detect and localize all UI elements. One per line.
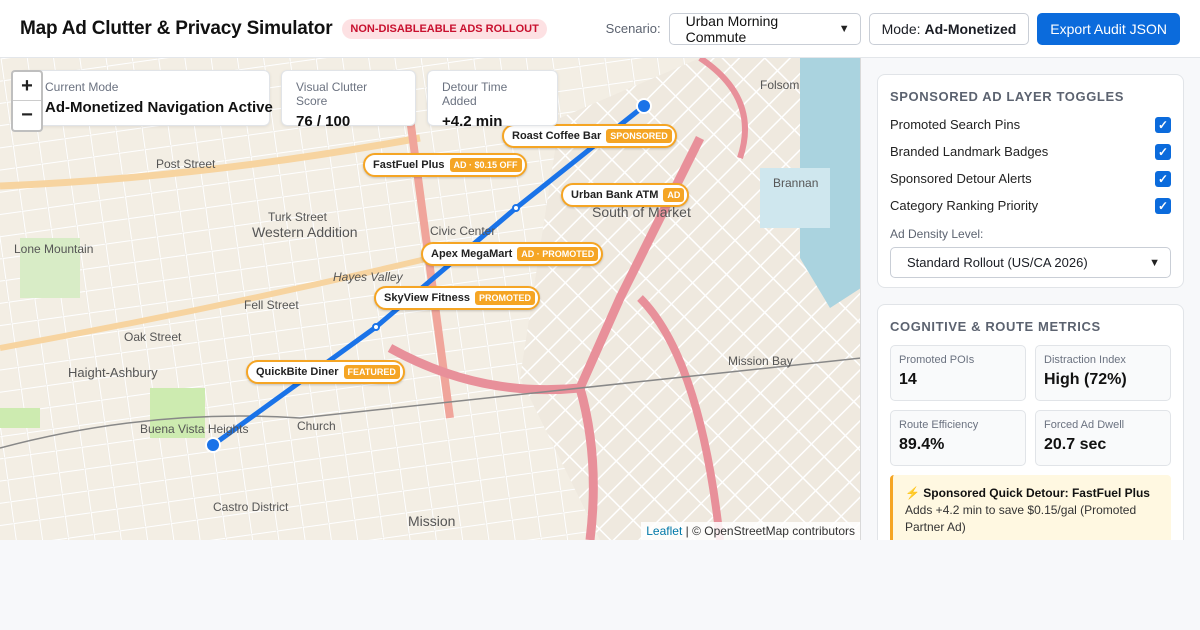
toggle-label: Category Ranking Priority [890,198,1039,213]
poi-marker[interactable]: Apex MegaMart AD · PROMOTED [421,242,604,266]
stat-value: +4.2 min [442,113,503,130]
toggle-label: Sponsored Detour Alerts [890,171,1032,186]
map-label-area: Hayes Valley [333,270,403,284]
map-label-area: Buena Vista Heights [140,422,249,436]
toggle-detour-alerts: Sponsored Detour Alerts ✓ [890,165,1171,192]
poi-ad-tag: FEATURED [343,365,400,379]
export-audit-button[interactable]: Export Audit JSON [1037,12,1180,45]
checkbox[interactable]: ✓ [1155,197,1171,214]
header-controls: Scenario: Urban Morning Commute ▼ Mode: … [605,12,1180,45]
alert-title: ⚡ Sponsored Quick Detour: FastFuel Plus [905,486,1150,500]
metric-label: Distraction Index [1044,354,1126,366]
metric-label: Route Efficiency [899,419,979,431]
metrics-panel: COGNITIVE & ROUTE METRICS Promoted POIs … [877,304,1184,540]
chevron-down-icon: ▼ [838,22,850,35]
zoom-control: + − [11,70,43,132]
stat-card-detour: Detour Time Added +4.2 min [427,70,558,130]
metric-value: 89.4% [899,436,945,453]
map-label-area: Mission [408,513,456,529]
chevron-down-icon: ▼ [1149,256,1160,269]
stat-value: 76 / 100 [296,113,351,130]
map-label-street: Post Street [156,157,216,171]
metric-grid: Promoted POIs 14 Distraction Index High … [890,345,1171,466]
metric-card: Route Efficiency 89.4% [890,410,1026,466]
attribution-text: | © OpenStreetMap contributors [685,524,855,538]
density-select[interactable]: Standard Rollout (US/CA 2026) ▼ [890,247,1171,278]
metric-label: Forced Ad Dwell [1044,419,1125,431]
poi-ad-tag: AD · PROMOTED [517,247,599,261]
poi-ad-tag: SPONSORED [606,129,672,143]
checkbox[interactable]: ✓ [1155,116,1171,133]
map-view[interactable]: + − Current Mode Ad-Monetized Navigation… [0,58,861,540]
alert-body: Adds +4.2 min to save $0.15/gal (Promote… [905,503,1137,534]
app-header: Map Ad Clutter & Privacy Simulator NON-D… [0,0,1200,58]
checkbox[interactable]: ✓ [1155,143,1171,160]
density-select-value: Standard Rollout (US/CA 2026) [907,255,1088,270]
zoom-out-button[interactable]: − [13,101,41,130]
poi-marker[interactable]: FastFuel Plus AD · $0.15 OFF [363,153,527,177]
panel-title: SPONSORED AD LAYER TOGGLES [890,89,1124,104]
poi-name: SkyView Fitness [384,292,471,304]
map-attribution: Leaflet | © OpenStreetMap contributors [641,522,860,540]
metric-card: Forced Ad Dwell 20.7 sec [1035,410,1171,466]
control-sidebar: SPONSORED AD LAYER TOGGLES Promoted Sear… [861,58,1200,540]
rollout-badge: NON-DISABLEABLE ADS ROLLOUT [342,18,547,39]
mode-value: Ad-Monetized [924,20,1017,37]
scenario-select[interactable]: Urban Morning Commute ▼ [668,12,861,45]
scenario-select-value: Urban Morning Commute [685,12,779,45]
map-label-area: Castro District [213,500,289,514]
map-label-area: Civic Center [430,224,496,238]
density-label: Ad Density Level: [890,227,984,241]
stat-label: Visual Clutter Score [296,80,368,108]
panel-title: COGNITIVE & ROUTE METRICS [890,319,1101,334]
metric-label: Promoted POIs [899,354,975,366]
ad-toggles-panel: SPONSORED AD LAYER TOGGLES Promoted Sear… [877,74,1184,288]
metric-value: 20.7 sec [1044,436,1107,453]
toggle-label: Promoted Search Pins [890,117,1021,132]
toggle-landmark-badges: Branded Landmark Badges ✓ [890,138,1171,165]
toggle-promoted-pins: Promoted Search Pins ✓ [890,111,1171,138]
poi-ad-tag: AD · $0.15 OFF [449,158,522,172]
sponsored-detour-alert[interactable]: ⚡ Sponsored Quick Detour: FastFuel Plus … [890,475,1171,540]
map-label-area: Brannan [773,176,819,190]
poi-marker[interactable]: SkyView Fitness PROMOTED [374,286,541,310]
stat-label: Detour Time Added [442,80,508,108]
map-label-street: Turk Street [268,210,327,224]
map-label-area: Folsom [760,78,800,92]
stat-card-mode: Current Mode Ad-Monetized Navigation Act… [20,70,273,126]
metric-card: Promoted POIs 14 [890,345,1026,401]
stat-value: Ad-Monetized Navigation Active [45,99,273,116]
map-label-area: Haight-Ashbury [68,365,158,380]
map-label-street: Oak Street [124,330,182,344]
mode-indicator: Mode: Ad-Monetized [868,12,1030,45]
map-label-area: Mission Bay [728,354,793,368]
map-label-area: Lone Mountain [14,242,94,256]
zoom-in-button[interactable]: + [13,72,41,101]
checkbox[interactable]: ✓ [1155,170,1171,187]
poi-name: Apex MegaMart [431,248,513,260]
metric-value: 14 [899,371,917,388]
map-label-area: Church [297,419,336,433]
stat-card-clutter: Visual Clutter Score 76 / 100 [281,70,416,130]
leaflet-link[interactable]: Leaflet [646,524,682,538]
poi-name: QuickBite Diner [256,366,339,378]
map-label-street: Fell Street [244,298,299,312]
poi-ad-tag: AD [663,188,685,202]
metric-value: High (72%) [1044,371,1127,388]
toggle-ranking-priority: Category Ranking Priority ✓ [890,192,1171,219]
app-title: Map Ad Clutter & Privacy Simulator [20,17,333,39]
poi-name: FastFuel Plus [373,159,445,171]
stat-label: Current Mode [45,80,119,94]
metric-card: Distraction Index High (72%) [1035,345,1171,401]
poi-name: Urban Bank ATM [571,189,659,201]
toggle-label: Branded Landmark Badges [890,144,1049,159]
scenario-label: Scenario: [605,21,661,36]
mode-label: Mode: [881,20,921,37]
map-label-area: Western Addition [252,224,358,240]
poi-name: Roast Coffee Bar [512,130,602,142]
poi-marker[interactable]: Urban Bank ATM AD [561,183,690,207]
poi-ad-tag: PROMOTED [475,291,536,305]
poi-marker[interactable]: QuickBite Diner FEATURED [246,360,405,384]
